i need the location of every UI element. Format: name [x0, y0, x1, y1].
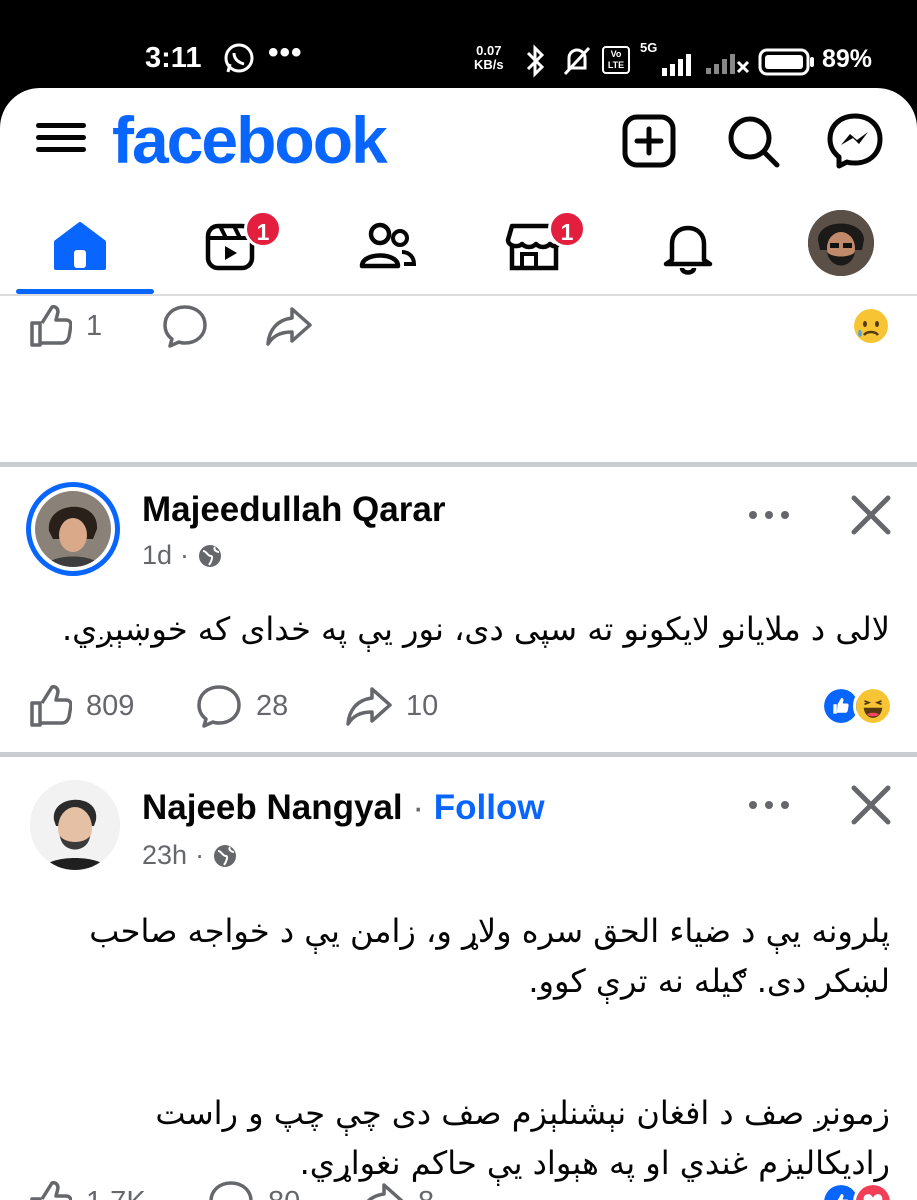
signal-icon: [662, 54, 691, 76]
tab-notifications[interactable]: [616, 198, 756, 294]
hide-post-button[interactable]: [848, 782, 894, 828]
comment-count: 80: [268, 1186, 300, 1200]
post-time[interactable]: 23h: [142, 840, 187, 871]
friends-icon: [359, 222, 417, 269]
reaction-summary[interactable]: [821, 1182, 893, 1200]
bluetooth-icon: [526, 44, 545, 78]
create-post-button[interactable]: [620, 112, 678, 170]
like-count: 809: [86, 689, 135, 722]
tab-profile[interactable]: [808, 210, 874, 276]
share-count: 10: [406, 689, 439, 722]
reaction-summary[interactable]: [854, 306, 891, 346]
post-time[interactable]: 1d: [142, 540, 172, 571]
post-meta: 1d ·: [142, 540, 223, 571]
like-icon: [30, 1181, 72, 1200]
battery-icon: [758, 48, 814, 76]
signal-weak-icon: [706, 54, 750, 74]
post-text: لالی د ملایانو لایکونو ته سپی دی، نور یې…: [61, 610, 890, 648]
author-photo: [30, 780, 120, 870]
post-meta: 23h ·: [142, 840, 238, 871]
more-notifications-icon: •••: [268, 36, 303, 69]
home-icon: [54, 222, 106, 270]
post-actions: 1.7K 80 8: [0, 1172, 917, 1200]
active-tab-indicator: [16, 289, 154, 294]
reaction-summary[interactable]: [821, 686, 893, 726]
messenger-button[interactable]: [826, 112, 884, 170]
status-bar: 3:11 ••• 0.07 KB/s Vo LTE 5G 89%: [0, 0, 917, 92]
bell-icon: [663, 225, 713, 275]
battery-percent: 89%: [822, 45, 873, 73]
like-button[interactable]: 1: [28, 304, 102, 348]
like-button[interactable]: 1.7K: [28, 1180, 146, 1200]
author-avatar[interactable]: [30, 780, 120, 870]
more-options-button[interactable]: [744, 500, 794, 530]
hide-post-button[interactable]: [848, 492, 894, 538]
status-time: 3:11: [145, 42, 202, 74]
menu-button[interactable]: [36, 116, 86, 166]
network-type: 5G: [640, 40, 658, 55]
share-icon: [366, 1183, 404, 1200]
search-button[interactable]: [724, 112, 782, 170]
like-count: 1.7K: [86, 1186, 146, 1200]
like-count: 1: [86, 309, 103, 342]
comment-count: 28: [256, 689, 289, 722]
tab-marketplace[interactable]: [460, 198, 600, 294]
app-header: facebook: [0, 88, 917, 198]
post-text: پلرونه یې د ضیاء الحق سره ولاړ و، زامن ی…: [89, 912, 890, 1182]
share-button[interactable]: 8: [358, 1180, 434, 1200]
share-count: 8: [418, 1186, 434, 1200]
comment-button[interactable]: 28: [196, 684, 288, 728]
share-button[interactable]: 10: [346, 684, 438, 728]
post-separator: [0, 462, 917, 467]
net-speed: 0.07 KB/s: [474, 43, 504, 72]
follow-button[interactable]: Follow: [434, 788, 545, 827]
mute-bell-icon: [563, 46, 591, 76]
profile-avatar: [808, 210, 874, 276]
comment-button[interactable]: [162, 304, 208, 348]
post-actions: 809 28 10: [0, 676, 917, 736]
post-actions: 1: [0, 296, 917, 356]
comment-icon: [209, 1181, 253, 1200]
globe-icon: [199, 544, 222, 567]
tab-video[interactable]: [158, 198, 298, 294]
globe-icon: [214, 844, 237, 867]
facebook-logo: facebook: [112, 103, 388, 177]
comment-button[interactable]: 80: [208, 1180, 300, 1200]
facebook-app: facebook 1 1 1 Majeedullah Qarar 1d · لا…: [0, 88, 917, 1200]
comment-icon: [197, 685, 241, 728]
like-button[interactable]: 809: [28, 684, 134, 728]
like-icon: [30, 685, 72, 727]
tab-home[interactable]: [8, 198, 154, 294]
like-icon: [30, 305, 72, 347]
video-badge: 1: [244, 210, 282, 248]
post-author-name[interactable]: Najeeb Nangyal: [142, 788, 403, 827]
volte-icon: Vo LTE: [602, 46, 630, 74]
marketplace-badge: 1: [548, 210, 586, 248]
comment-icon: [163, 305, 207, 348]
news-feed: 1 Majeedullah Qarar 1d · لالی د ملایانو …: [0, 296, 917, 1200]
post-separator: [0, 752, 917, 757]
author-avatar[interactable]: [26, 482, 120, 576]
tab-friends[interactable]: [314, 198, 454, 294]
whatsapp-icon: [224, 43, 254, 73]
author-photo: [35, 491, 111, 567]
tab-bar: 1 1: [0, 198, 917, 296]
sad-reaction-icon: [854, 309, 888, 343]
post-author-name[interactable]: Majeedullah Qarar: [142, 490, 445, 530]
haha-reaction-icon: [853, 686, 893, 726]
love-reaction-icon: [853, 1182, 893, 1200]
more-options-button[interactable]: [744, 790, 794, 820]
share-icon: [266, 307, 312, 346]
post-author-line: Najeeb Nangyal · Follow: [142, 788, 545, 827]
share-icon: [346, 687, 392, 726]
share-button[interactable]: [266, 304, 312, 348]
